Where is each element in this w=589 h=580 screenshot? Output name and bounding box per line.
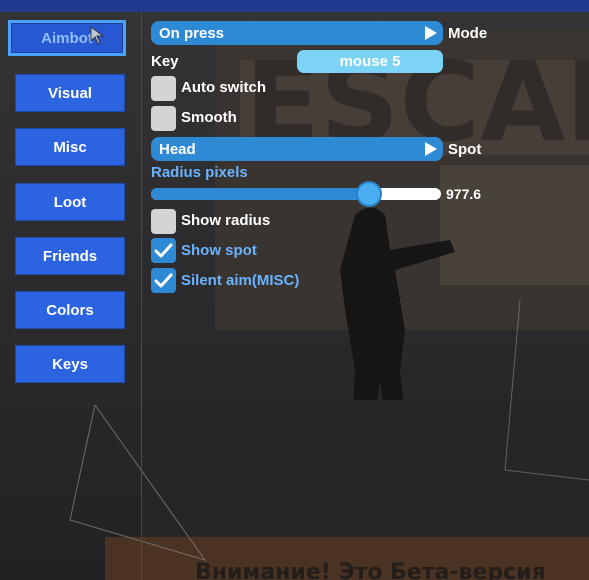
- radius-slider-fill: [151, 188, 369, 200]
- auto-switch-label: Auto switch: [181, 79, 266, 96]
- radius-slider-track[interactable]: [151, 188, 441, 200]
- spot-dropdown-value: Head: [159, 140, 196, 158]
- sidebar-item-colors[interactable]: Colors: [15, 291, 125, 329]
- sidebar-item-keys[interactable]: Keys: [15, 345, 125, 383]
- sidebar-item-label: Keys: [52, 355, 88, 373]
- dropdown-arrow-icon: [425, 26, 437, 40]
- sidebar-item-loot[interactable]: Loot: [15, 183, 125, 221]
- sidebar-item-label: Friends: [42, 247, 98, 265]
- sidebar-item-label: Misc: [53, 138, 87, 156]
- sidebar-divider: [141, 12, 142, 580]
- mode-dropdown[interactable]: On press: [151, 21, 443, 45]
- sidebar-item-aimbot[interactable]: Aimbot: [8, 20, 126, 56]
- radius-slider-handle[interactable]: [355, 181, 382, 207]
- sidebar-item-misc[interactable]: Misc: [15, 128, 125, 166]
- auto-switch-checkbox[interactable]: [151, 76, 176, 101]
- spot-label: Spot: [448, 141, 482, 158]
- checkmark-icon: [154, 273, 173, 288]
- sidebar-item-visual[interactable]: Visual: [15, 74, 125, 112]
- mode-label: Mode: [448, 25, 488, 42]
- dropdown-arrow-icon: [425, 142, 437, 156]
- sidebar-item-label: Aimbot: [41, 29, 93, 47]
- radius-pixels-label: Radius pixels: [151, 164, 248, 181]
- key-bind-button[interactable]: mouse 5: [297, 50, 443, 73]
- key-bind-value: mouse 5: [339, 53, 401, 70]
- smooth-checkbox[interactable]: [151, 106, 176, 131]
- show-spot-checkbox[interactable]: [151, 238, 176, 263]
- beta-warning-banner: Внимание! Это Бета-версия: [195, 560, 589, 580]
- smooth-label: Smooth: [181, 109, 237, 126]
- sidebar-item-friends[interactable]: Friends: [15, 237, 125, 275]
- sidebar-item-label: Colors: [46, 301, 94, 319]
- show-spot-label: Show spot: [181, 242, 257, 259]
- show-radius-label: Show radius: [181, 212, 271, 229]
- key-label: Key: [151, 53, 179, 70]
- sidebar-item-label: Loot: [53, 193, 87, 211]
- silent-aim-checkbox[interactable]: [151, 268, 176, 293]
- spot-dropdown[interactable]: Head: [151, 137, 443, 161]
- mouse-cursor-icon: [90, 26, 105, 45]
- top-strip: [0, 0, 589, 12]
- checkmark-icon: [154, 243, 173, 258]
- beta-warning-text: Внимание! Это Бета-версия: [195, 560, 546, 580]
- mode-dropdown-value: On press: [159, 24, 225, 42]
- radius-value: 977.6: [446, 186, 482, 202]
- silent-aim-label: Silent aim(MISC): [181, 272, 300, 289]
- sidebar-item-label: Visual: [48, 84, 92, 102]
- show-radius-checkbox[interactable]: [151, 209, 176, 234]
